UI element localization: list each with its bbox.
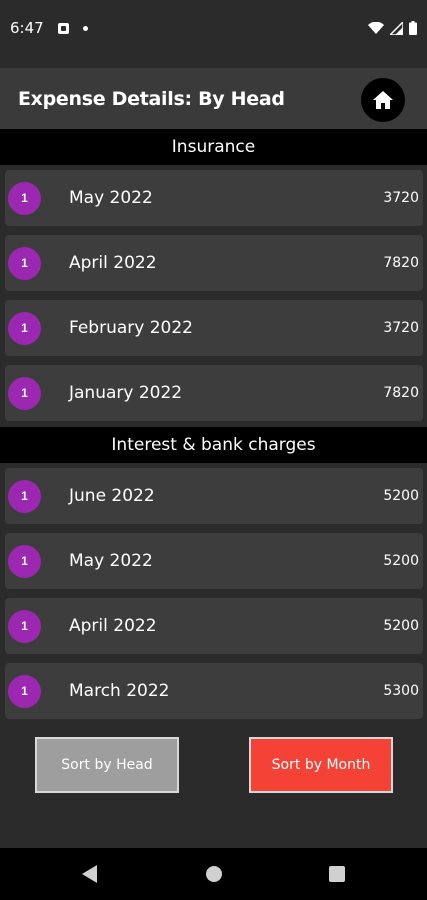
- row-label: January 2022: [69, 383, 183, 403]
- row-label: June 2022: [69, 486, 155, 506]
- row-label: May 2022: [69, 551, 153, 571]
- signal-icon: [390, 21, 403, 35]
- sort-by-month-button[interactable]: Sort by Month: [249, 737, 393, 793]
- count-badge: 1: [8, 246, 41, 280]
- count-badge: 1: [8, 479, 41, 513]
- back-icon[interactable]: [82, 865, 97, 883]
- status-time: 6:47: [10, 19, 44, 37]
- wifi-icon: [368, 21, 384, 34]
- row-label: April 2022: [69, 616, 157, 636]
- status-bar: 6:47: [0, 0, 427, 56]
- count-badge: 1: [8, 544, 41, 578]
- recents-icon[interactable]: [329, 866, 345, 882]
- list-item[interactable]: 1 February 2022 3720: [5, 300, 423, 356]
- section-header: Interest & bank charges: [0, 427, 427, 463]
- list-item[interactable]: 1 January 2022 7820: [5, 365, 423, 421]
- row-amount: 3720: [383, 190, 419, 206]
- count-badge: 1: [8, 674, 41, 708]
- list-item[interactable]: 1 May 2022 5200: [5, 533, 423, 589]
- count-badge: 1: [8, 181, 41, 215]
- row-amount: 5200: [383, 553, 419, 569]
- sort-by-head-button[interactable]: Sort by Head: [35, 737, 179, 793]
- page-title: Expense Details: By Head: [18, 88, 285, 110]
- count-badge: 1: [8, 376, 41, 410]
- list-item[interactable]: 1 April 2022 5200: [5, 598, 423, 654]
- home-nav-icon[interactable]: [206, 866, 222, 882]
- row-label: March 2022: [69, 681, 170, 701]
- list-item[interactable]: 1 May 2022 3720: [5, 170, 423, 226]
- row-amount: 7820: [383, 385, 419, 401]
- list-item[interactable]: 1 March 2022 5300: [5, 663, 423, 719]
- row-label: February 2022: [69, 318, 193, 338]
- section-header: Insurance: [0, 129, 427, 165]
- row-label: April 2022: [69, 253, 157, 273]
- row-amount: 7820: [383, 255, 419, 271]
- app-bar: Expense Details: By Head: [0, 68, 427, 130]
- row-amount: 5200: [383, 488, 419, 504]
- row-amount: 5300: [383, 683, 419, 699]
- row-amount: 5200: [383, 618, 419, 634]
- count-badge: 1: [8, 311, 41, 345]
- count-badge: 1: [8, 609, 41, 643]
- row-label: May 2022: [69, 188, 153, 208]
- battery-icon: [409, 21, 417, 35]
- notification-icon: [57, 22, 69, 34]
- home-icon: [373, 91, 393, 109]
- list-item[interactable]: 1 June 2022 5200: [5, 468, 423, 524]
- row-amount: 3720: [383, 320, 419, 336]
- list-item[interactable]: 1 April 2022 7820: [5, 235, 423, 291]
- home-button[interactable]: [361, 78, 405, 122]
- system-nav-bar: [0, 848, 427, 900]
- notification-dot-icon: [82, 25, 88, 31]
